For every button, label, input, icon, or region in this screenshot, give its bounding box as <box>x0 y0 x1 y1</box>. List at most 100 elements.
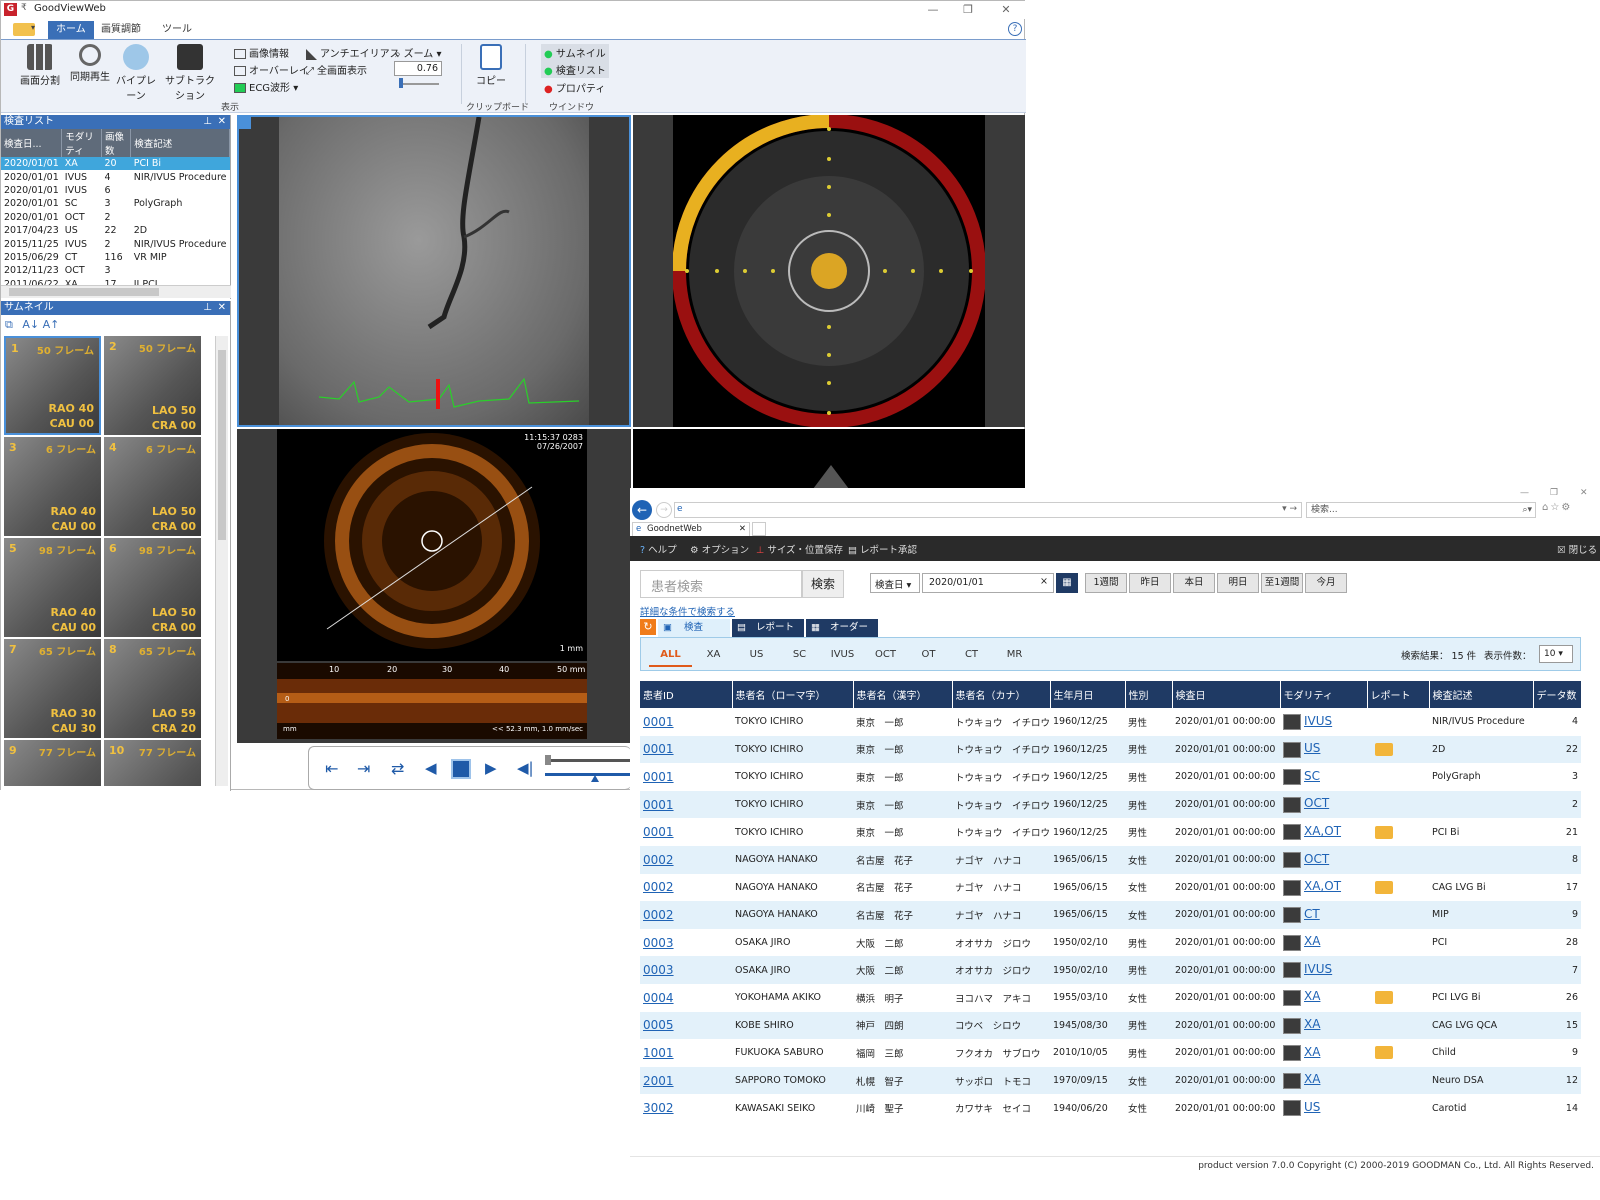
folder-icon[interactable] <box>1375 880 1393 894</box>
modality-link[interactable]: CT <box>1304 907 1320 921</box>
results-row[interactable]: 0003 OSAKA JIRO 大阪 二郎 オオサカ ジロウ 1950/02/10 男性 2… <box>640 928 1581 957</box>
exam-list-column-header[interactable]: 検査日... <box>1 129 63 157</box>
results-row[interactable]: 0001 TOKYO ICHIRO 東京 一郎 トウキョウ イチロウ 1960/12/2… <box>640 763 1581 791</box>
date-input[interactable]: 2020/01/01 × <box>922 573 1054 593</box>
option-menu[interactable]: ⚙ オプション <box>690 542 749 556</box>
exam-list-row[interactable]: 2020/01/01 SC 3 PolyGraph <box>1 197 230 210</box>
horizontal-scrollbar[interactable] <box>1 285 231 298</box>
modality-tab[interactable]: MR <box>993 643 1036 667</box>
modality-link[interactable]: XA,OT <box>1304 824 1341 838</box>
results-row[interactable]: 0003 OSAKA JIRO 大阪 二郎 オオサカ ジロウ 1950/02/10 男性 2… <box>640 956 1581 984</box>
modality-link[interactable]: OCT <box>1304 852 1329 866</box>
results-row[interactable]: 0002 NAGOYA HANAKO 名古屋 花子 ナゴヤ ハナコ 1965/06/15… <box>640 873 1581 902</box>
close-pane-icon[interactable]: ✕ <box>218 301 226 315</box>
modality-tab[interactable]: ALL <box>649 643 692 667</box>
results-row[interactable]: 0002 NAGOYA HANAKO 名古屋 花子 ナゴヤ ハナコ 1965/06/15… <box>640 845 1581 874</box>
results-row[interactable]: 3002 KAWASAKI SEIKO 川崎 聖子 カワサキ セイコ 1940/06/2… <box>640 1094 1581 1122</box>
exam-list-row[interactable]: 2015/11/25 IVUS 2 NIR/IVUS Procedure <box>1 237 230 250</box>
thumbnail-item[interactable]: 6 98 フレーム LAO 50 CRA 00 <box>104 538 201 637</box>
results-column-header[interactable]: モダリティ <box>1280 681 1368 708</box>
modality-link[interactable]: XA <box>1304 1045 1320 1059</box>
last-frame-icon[interactable]: ⇥ <box>357 759 370 778</box>
patient-id-link[interactable]: 0003 <box>643 936 674 950</box>
browser-close-icon[interactable]: ✕ <box>1580 488 1588 498</box>
results-column-header[interactable]: データ数 <box>1533 681 1581 708</box>
antialias-button[interactable]: アンチエイリアス <box>306 45 400 60</box>
exam-list-column-header[interactable]: モダリティ <box>61 129 103 157</box>
results-row[interactable]: 1001 FUKUOKA SABURO 福岡 三郎 フクオカ サブロウ 2010/10/… <box>640 1039 1581 1067</box>
thumbnail-item[interactable]: 1 50 フレーム RAO 40 CAU 00 <box>4 336 101 435</box>
tab-image-adjust[interactable]: 画質調節 <box>93 21 149 39</box>
tab-tools[interactable]: ツール <box>154 21 200 39</box>
calendar-icon[interactable]: ▦ <box>1056 573 1078 593</box>
tab-exams[interactable]: ▣ 検査 <box>658 619 730 637</box>
date-range-button[interactable]: 明日 <box>1217 573 1259 593</box>
scroll-thumb[interactable] <box>9 288 159 296</box>
frame-slider-thumb[interactable] <box>545 755 551 765</box>
exam-list-row[interactable]: 2017/04/23 US 22 2D <box>1 224 230 237</box>
thumbnail-item[interactable]: 3 6 フレーム RAO 40 CAU 00 <box>4 437 101 536</box>
patient-id-link[interactable]: 0001 <box>643 770 674 784</box>
help-menu[interactable]: ? ヘルプ <box>640 542 677 556</box>
sync-play-button[interactable]: 同期再生 <box>69 44 111 83</box>
tab-reports[interactable]: ▤ レポート <box>732 619 804 637</box>
thumbnail-item[interactable]: 4 6 フレーム LAO 50 CRA 00 <box>104 437 201 536</box>
results-row[interactable]: 0002 NAGOYA HANAKO 名古屋 花子 ナゴヤ ハナコ 1965/06/15… <box>640 901 1581 929</box>
exam-list-row[interactable]: 2015/06/29 CT 116 VR MIP <box>1 251 230 264</box>
play-reverse-icon[interactable]: ◀| <box>517 759 534 777</box>
date-range-button[interactable]: 昨日 <box>1129 573 1171 593</box>
results-row[interactable]: 0004 YOKOHAMA AKIKO 横浜 明子 ヨコハマ アキコ 1955/03/1… <box>640 983 1581 1012</box>
results-row[interactable]: 0001 TOKYO ICHIRO 東京 一郎 トウキョウ イチロウ 1960/12/2… <box>640 818 1581 846</box>
modality-link[interactable]: OCT <box>1304 796 1329 810</box>
folder-icon[interactable] <box>1375 825 1393 839</box>
tab-orders[interactable]: ▦ オーダー <box>806 619 878 637</box>
patient-id-link[interactable]: 0001 <box>643 825 674 839</box>
overlay-button[interactable]: オーバーレイ <box>234 62 309 77</box>
property-toggle[interactable]: ● プロパティ <box>541 79 608 96</box>
search-icon[interactable]: ⌕▾ <box>1522 503 1532 517</box>
date-range-button[interactable]: 本日 <box>1173 573 1215 593</box>
stop-button[interactable] <box>451 759 471 779</box>
zoom-slider[interactable] <box>399 83 439 85</box>
address-bar[interactable]: e ▾ → <box>674 502 1302 518</box>
browser-min-icon[interactable]: — <box>1520 488 1529 498</box>
fullscreen-button[interactable]: ⤢ 全画面表示 <box>306 62 367 77</box>
restore-icon[interactable]: ❐ <box>951 1 985 19</box>
vertical-scrollbar[interactable] <box>215 336 228 786</box>
modality-link[interactable]: XA <box>1304 1017 1320 1031</box>
exam-list-row[interactable]: 2020/01/01 XA 20 PCI Bi <box>1 157 230 171</box>
exam-list-row[interactable]: 2020/01/01 IVUS 4 NIR/IVUS Procedure <box>1 170 230 183</box>
folder-icon[interactable] <box>1375 991 1393 1005</box>
close-app-button[interactable]: ☒ 閉じる <box>1557 542 1597 556</box>
results-column-header[interactable]: 検査日 <box>1172 681 1281 708</box>
refresh-icon[interactable]: ↻ <box>640 619 656 635</box>
results-column-header[interactable]: 生年月日 <box>1050 681 1126 708</box>
exam-list-row[interactable]: 2020/01/01 OCT 2 <box>1 211 230 224</box>
thumbnail-item[interactable]: 8 65 フレーム LAO 59 CRA 20 <box>104 639 201 738</box>
results-row[interactable]: 0001 TOKYO ICHIRO 東京 一郎 トウキョウ イチロウ 1960/12/2… <box>640 708 1581 736</box>
patient-id-link[interactable]: 0001 <box>643 798 674 812</box>
new-tab-button[interactable] <box>752 522 766 536</box>
save-position-menu[interactable]: ⊥ サイズ・位置保存 <box>756 542 843 556</box>
browser-search-box[interactable]: 検索... ⌕▾ <box>1306 502 1536 518</box>
modality-tab[interactable]: IVUS <box>821 643 864 667</box>
close-icon[interactable]: ✕ <box>989 1 1023 19</box>
patient-id-link[interactable]: 0005 <box>643 1018 674 1032</box>
modality-tab[interactable]: CT <box>950 643 993 667</box>
modality-link[interactable]: US <box>1304 741 1320 755</box>
first-frame-icon[interactable]: ⇤ <box>325 759 338 778</box>
report-approve-menu[interactable]: ▤ レポート承認 <box>848 542 917 556</box>
sort-asc-icon[interactable]: A↓ <box>22 318 39 331</box>
thumbnail-item[interactable]: 10 77 フレーム <box>104 740 201 786</box>
patient-id-link[interactable]: 1001 <box>643 1046 674 1060</box>
date-range-button[interactable]: 今月 <box>1305 573 1347 593</box>
results-column-header[interactable]: 検査記述 <box>1429 681 1534 708</box>
biplane-button[interactable]: バイプレーン <box>113 44 159 102</box>
results-column-header[interactable]: レポート <box>1367 681 1430 708</box>
pin-icon[interactable]: ⊥ <box>203 115 212 129</box>
results-column-header[interactable]: 患者名（カナ） <box>952 681 1051 708</box>
patient-id-link[interactable]: 0001 <box>643 715 674 729</box>
patient-id-link[interactable]: 0003 <box>643 963 674 977</box>
patient-id-link[interactable]: 0004 <box>643 991 674 1005</box>
exam-list-row[interactable]: 2020/01/01 IVUS 6 <box>1 184 230 197</box>
